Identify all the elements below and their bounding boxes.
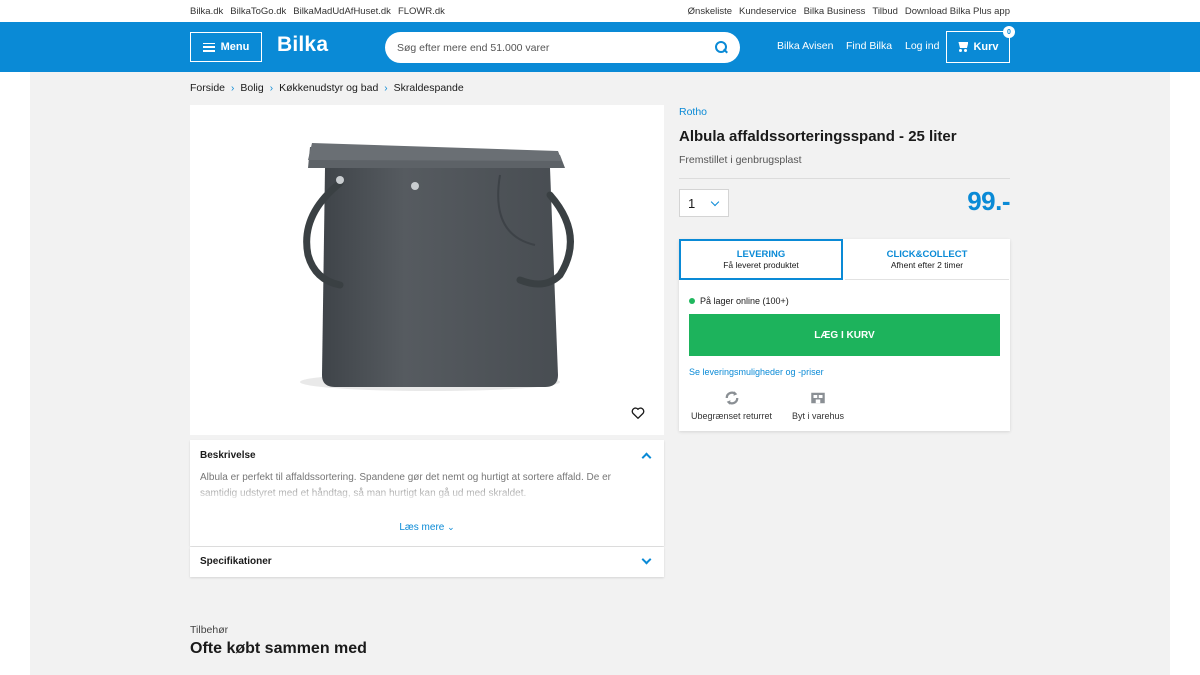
- quantity-select[interactable]: 1: [679, 189, 729, 217]
- product-title: Albula affaldssorteringsspand - 25 liter: [679, 128, 957, 145]
- read-more-link[interactable]: Læs mere ⌄: [190, 522, 664, 533]
- chevron-right-icon: ›: [231, 82, 235, 94]
- chevron-up-icon[interactable]: [641, 452, 652, 463]
- search-input[interactable]: Søg efter mere end 51.000 varer: [385, 32, 740, 63]
- feature-exchange-label: Byt i varehus: [792, 411, 845, 421]
- store-exchange-icon: [811, 392, 825, 404]
- tab-delivery-title: LEVERING: [736, 249, 786, 260]
- chevron-right-icon: ›: [269, 82, 274, 94]
- bilka-logo[interactable]: Bilka: [277, 33, 328, 57]
- utility-links: Ønskeliste Kundeservice Bilka Business T…: [688, 6, 1010, 17]
- menu-label: Menu: [220, 41, 250, 53]
- product-image[interactable]: [190, 105, 664, 435]
- product-subtitle: Fremstillet i genbrugsplast: [679, 154, 802, 166]
- link-login[interactable]: Log ind: [905, 40, 939, 52]
- specifications-accordion[interactable]: Specifikationer: [190, 547, 664, 577]
- link-find-bilka[interactable]: Find Bilka: [846, 40, 892, 52]
- search-placeholder: Søg efter mere end 51.000 varer: [397, 41, 550, 54]
- hamburger-icon: [202, 42, 215, 52]
- heart-icon[interactable]: [630, 405, 646, 421]
- link-wishlist[interactable]: Ønskeliste: [688, 6, 732, 17]
- link-business[interactable]: Bilka Business: [804, 6, 866, 17]
- description-accordion: Beskrivelse Albula er perfekt til affald…: [190, 440, 664, 546]
- breadcrumb-home[interactable]: Forside: [190, 82, 225, 94]
- chevron-right-icon: ›: [384, 82, 388, 94]
- search-icon[interactable]: [715, 41, 728, 54]
- cart-label: Kurv: [973, 41, 999, 53]
- tab-delivery-subtitle: Få leveret produktet: [723, 260, 799, 270]
- chevron-down-icon: [710, 197, 720, 206]
- main-header: Menu Bilka Søg efter mere end 51.000 var…: [0, 22, 1200, 72]
- delivery-card: LEVERING Få leveret produktet CLICK&COLL…: [679, 239, 1010, 431]
- chevron-down-icon[interactable]: [641, 554, 652, 565]
- link-offers[interactable]: Tilbud: [872, 6, 898, 17]
- tab-delivery[interactable]: LEVERING Få leveret produktet: [679, 239, 843, 280]
- tab-click-collect[interactable]: CLICK&COLLECT Afhent efter 2 timer: [845, 239, 1009, 280]
- link-bilka[interactable]: Bilka.dk: [190, 6, 223, 17]
- link-bilka-avisen[interactable]: Bilka Avisen: [777, 40, 833, 52]
- link-customer-service[interactable]: Kundeservice: [739, 6, 797, 17]
- return-arrows-icon: [725, 391, 738, 405]
- breadcrumb: Forside › Bolig › Køkkenudstyr og bad › …: [190, 82, 464, 94]
- in-stock-dot-icon: [689, 298, 695, 304]
- brand-link[interactable]: Rotho: [679, 106, 707, 118]
- accessories-label: Tilbehør: [190, 624, 229, 636]
- divider: [679, 178, 1010, 179]
- stock-text: På lager online (100+): [700, 296, 789, 306]
- breadcrumb-bins[interactable]: Skraldespande: [394, 82, 464, 94]
- description-text: Albula er perfekt til affaldssortering. …: [200, 472, 611, 499]
- read-more-label: Læs mere: [399, 522, 445, 533]
- feature-return: Ubegrænset returret: [691, 389, 772, 421]
- link-flowr[interactable]: FLOWR.dk: [398, 6, 445, 17]
- site-links: Bilka.dk BilkaToGo.dk BilkaMadUdAfHuset.…: [190, 6, 445, 17]
- feature-return-label: Ubegrænset returret: [691, 411, 773, 421]
- cart-button[interactable]: Kurv 0: [946, 26, 1015, 63]
- chevron-down-icon: ⌄: [447, 522, 455, 532]
- add-to-cart-button[interactable]: LÆG I KURV: [689, 314, 1000, 356]
- breadcrumb-kitchen[interactable]: Køkkenudstyr og bad: [279, 82, 378, 94]
- bought-together-title: Ofte købt sammen med: [190, 640, 367, 657]
- tab-cc-title: CLICK&COLLECT: [886, 248, 968, 260]
- link-bilkamad[interactable]: BilkaMadUdAfHuset.dk: [293, 6, 391, 17]
- description-title[interactable]: Beskrivelse: [200, 450, 256, 461]
- price: 99.-: [967, 186, 1010, 216]
- link-bilkatogo[interactable]: BilkaToGo.dk: [230, 6, 286, 17]
- cart-count-badge: 0: [1003, 26, 1015, 38]
- menu-button[interactable]: Menu: [190, 32, 262, 62]
- quantity-value: 1: [688, 195, 696, 211]
- tab-cc-subtitle: Afhent efter 2 timer: [890, 259, 964, 270]
- cart-icon: [957, 42, 969, 52]
- link-app-download[interactable]: Download Bilka Plus app: [905, 6, 1010, 17]
- product-image-card: [190, 105, 664, 435]
- feature-exchange: Byt i varehus: [792, 389, 844, 421]
- stock-status: På lager online (100+): [689, 296, 789, 306]
- specifications-title: Specifikationer: [200, 556, 272, 567]
- delivery-options-link[interactable]: Se leveringsmuligheder og -priser: [689, 367, 824, 377]
- breadcrumb-bolig[interactable]: Bolig: [240, 82, 263, 94]
- top-links-bar: Bilka.dk BilkaToGo.dk BilkaMadUdAfHuset.…: [0, 0, 1200, 22]
